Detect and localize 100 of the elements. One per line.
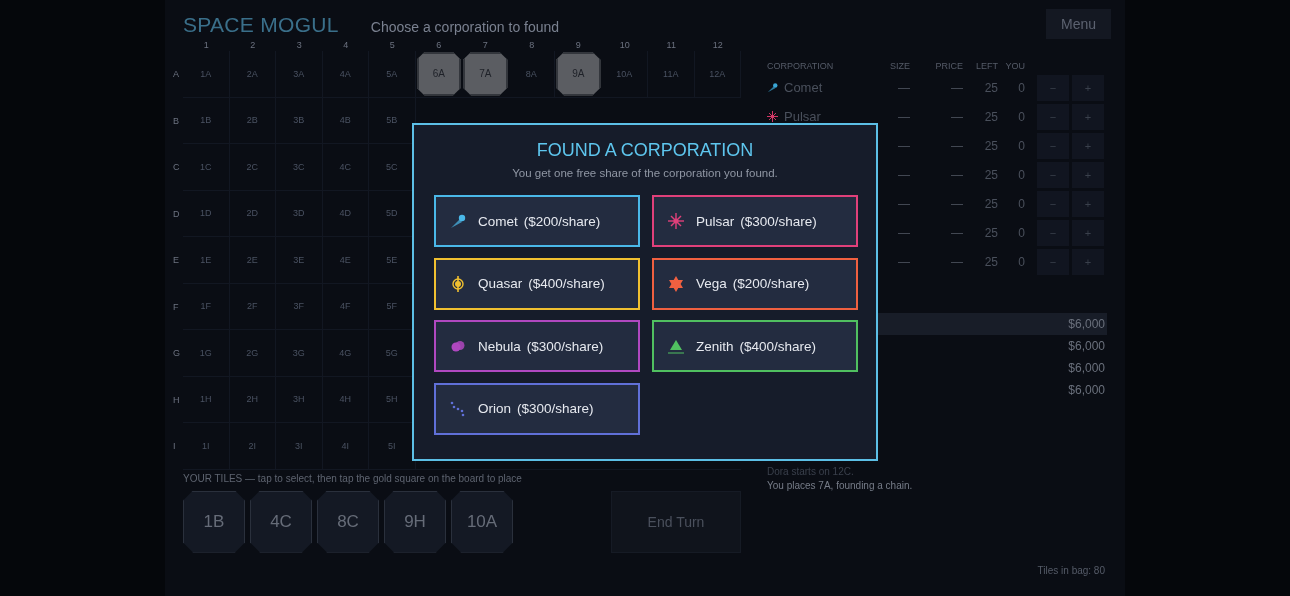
- board-cell[interactable]: 12A: [694, 51, 741, 97]
- dialog-subtitle: You get one free share of the corporation you found.: [511, 167, 779, 179]
- board-cell[interactable]: 1E: [183, 237, 230, 283]
- board-cell[interactable]: 4D: [322, 190, 369, 236]
- minus-button[interactable]: −: [1037, 161, 1069, 188]
- table-cell-text: 25: [983, 109, 998, 124]
- table-cell-text: 25: [983, 225, 998, 240]
- column-label: 12: [711, 39, 724, 51]
- tile-button[interactable]: 4C: [250, 490, 312, 553]
- plus-button[interactable]: +: [1072, 190, 1104, 217]
- board-cell[interactable]: 11A: [648, 51, 695, 97]
- dialog-title: FOUND A CORPORATION: [535, 140, 755, 162]
- minus-button[interactable]: −: [1037, 219, 1069, 246]
- corporation-option[interactable]: Pulsar ($300/share): [652, 195, 858, 247]
- board-cell[interactable]: 2I: [229, 423, 276, 469]
- table-cell-text: —: [897, 138, 910, 153]
- board-cell[interactable]: 2A: [229, 51, 276, 97]
- minus-button[interactable]: −: [1037, 103, 1069, 130]
- board-cell[interactable]: 1G: [183, 330, 230, 376]
- table-cell-text: 0: [1017, 80, 1025, 95]
- board-cell[interactable]: 2C: [229, 144, 276, 190]
- minus-button[interactable]: −: [1037, 248, 1069, 275]
- plus-button[interactable]: +: [1072, 248, 1104, 275]
- board-cell[interactable]: 1D: [183, 190, 230, 236]
- board-cell[interactable]: 4F: [322, 283, 369, 329]
- table-cell-text: —: [897, 109, 910, 124]
- board-cell[interactable]: 4A: [322, 51, 369, 97]
- board-cell[interactable]: 3F: [276, 283, 323, 329]
- plus-button[interactable]: +: [1072, 103, 1104, 130]
- plus-button[interactable]: +: [1072, 132, 1104, 159]
- board-cell[interactable]: 1F: [183, 283, 230, 329]
- table-cell-text: —: [897, 196, 910, 211]
- board-cell[interactable]: 4H: [322, 376, 369, 422]
- board-cell[interactable]: 4G: [322, 330, 369, 376]
- board-cell[interactable]: 2H: [229, 376, 276, 422]
- table-cell-text: —: [950, 109, 963, 124]
- board-cell[interactable]: 3B: [276, 97, 323, 143]
- board-cell[interactable]: 2F: [229, 283, 276, 329]
- table-cell-text: 25: [983, 138, 998, 153]
- board-cell[interactable]: 1C: [183, 144, 230, 190]
- board-cell[interactable]: 3C: [276, 144, 323, 190]
- row-label: F: [173, 301, 180, 312]
- board-cell[interactable]: 5A: [369, 51, 416, 97]
- plus-button[interactable]: +: [1072, 161, 1104, 188]
- placed-tile: 9A: [556, 52, 601, 96]
- table-cell-text: 0: [1017, 167, 1025, 182]
- tiles-in-bag-text: Tiles in bag: 80: [1036, 565, 1106, 576]
- board-cell[interactable]: 3G: [276, 330, 323, 376]
- placed-tile: 7A: [463, 52, 508, 96]
- table-cell-text: —: [950, 80, 963, 95]
- board-cell[interactable]: 10A: [601, 51, 648, 97]
- minus-button[interactable]: −: [1037, 190, 1069, 217]
- board-cell[interactable]: 3H: [276, 376, 323, 422]
- corporation-option[interactable]: Zenith ($400/share): [652, 320, 858, 372]
- board-cell[interactable]: 4E: [322, 237, 369, 283]
- table-cell-text: —: [950, 225, 963, 240]
- row-label: A: [173, 69, 180, 80]
- board-cell[interactable]: 3I: [276, 423, 323, 469]
- table-cell-text: —: [950, 138, 963, 153]
- corporation-option[interactable]: Vega ($200/share): [652, 257, 858, 310]
- table-cell-text: 25: [983, 196, 998, 211]
- menu-button[interactable]: Menu: [1046, 9, 1111, 39]
- column-header: LEFT: [975, 61, 998, 71]
- end-turn-button[interactable]: End Turn: [611, 490, 741, 553]
- board-cell[interactable]: 3E: [276, 237, 323, 283]
- board-cell[interactable]: 3D: [276, 190, 323, 236]
- corporation-option[interactable]: Quasar ($400/share): [434, 257, 640, 310]
- board-cell[interactable]: 4I: [322, 423, 369, 469]
- minus-button[interactable]: −: [1037, 74, 1069, 101]
- column-label: 9: [574, 39, 582, 51]
- board-cell[interactable]: 1I: [183, 423, 230, 469]
- column-label: 1: [202, 39, 210, 51]
- corporation-option[interactable]: Comet ($200/share): [434, 195, 640, 247]
- board-cell[interactable]: 8A: [508, 51, 555, 97]
- row-label: G: [173, 348, 181, 359]
- board-cell[interactable]: 4C: [322, 144, 369, 190]
- tile-button[interactable]: 9H: [384, 490, 446, 553]
- board-cell[interactable]: 2D: [229, 190, 276, 236]
- corporation-option[interactable]: Orion ($300/share): [434, 382, 640, 435]
- column-label: 11: [665, 39, 677, 51]
- tile-button[interactable]: 1B: [183, 490, 245, 553]
- table-cell-text: 25: [983, 167, 998, 182]
- board-cell[interactable]: 1B: [183, 97, 230, 143]
- minus-button[interactable]: −: [1037, 132, 1069, 159]
- corporation-option[interactable]: Nebula ($300/share): [434, 320, 640, 372]
- row-label: I: [173, 441, 177, 452]
- board-cell[interactable]: 2B: [229, 97, 276, 143]
- player-cash: $6,000: [1068, 383, 1105, 397]
- board-cell[interactable]: 3A: [276, 51, 323, 97]
- tile-button[interactable]: 10A: [451, 490, 513, 553]
- plus-button[interactable]: +: [1072, 219, 1104, 246]
- board-cell[interactable]: 1H: [183, 376, 230, 422]
- board-cell[interactable]: 2E: [229, 237, 276, 283]
- board-cell[interactable]: 1A: [183, 51, 230, 97]
- board-cell[interactable]: 2G: [229, 330, 276, 376]
- column-header: PRICE: [934, 61, 963, 71]
- plus-button[interactable]: +: [1072, 74, 1104, 101]
- board-cell[interactable]: 4B: [322, 97, 369, 143]
- tile-button[interactable]: 8C: [317, 490, 379, 553]
- table-cell-text: —: [950, 167, 963, 182]
